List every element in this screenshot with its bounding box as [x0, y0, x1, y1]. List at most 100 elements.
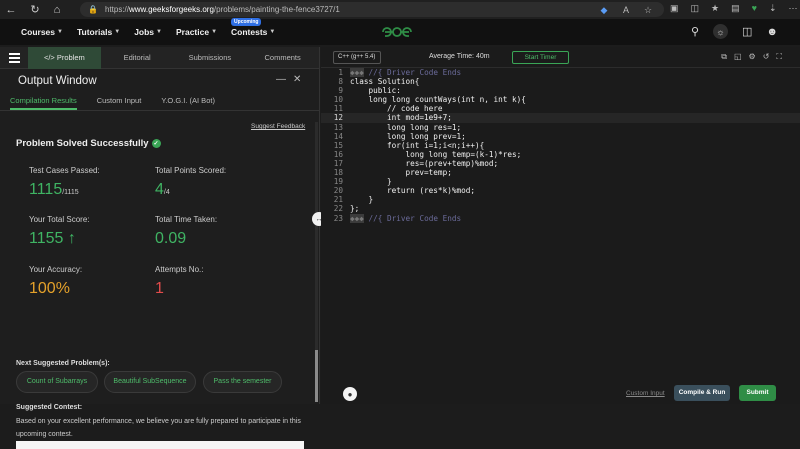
chevron-down-icon: ▼: [156, 29, 162, 35]
nav-practice[interactable]: Practice ▼: [176, 27, 217, 37]
chevron-down-icon: ▼: [114, 29, 121, 35]
code-line: 1 ◆◆◆ //{ Driver Code Ends: [338, 68, 462, 77]
output-panel: </> Problem Editorial Submissions Commen…: [0, 46, 320, 449]
user-icon[interactable]: ☻: [766, 26, 778, 38]
code-line: 23 ◆◆◆ //{ Driver Code Ends: [333, 213, 462, 223]
next-problems-title: Next Suggested Problem(s):: [16, 360, 110, 367]
back-arrow-icon[interactable]: ←: [2, 0, 20, 19]
tag-icon[interactable]: ◆: [598, 5, 610, 16]
arrow-up-icon: ↑: [67, 230, 76, 247]
nav-contests[interactable]: Upcoming Contests ▼: [231, 18, 276, 37]
compile-run-button[interactable]: Compile & Run: [674, 385, 730, 401]
browser-toolbar: ← ↻ ⌂ 🔒 https://www.geeksforgeeks.org/pr…: [0, 0, 800, 19]
nav-tutorials[interactable]: Tutorials ▼: [77, 27, 120, 37]
editor-footer: ● Custom Input Compile & Run Submit: [321, 383, 800, 404]
url-host: www.geeksforgeeks.org: [128, 5, 214, 14]
health-icon[interactable]: ♥: [752, 3, 757, 14]
home-icon[interactable]: ⌂: [48, 0, 66, 19]
read-aloud-icon[interactable]: A: [620, 5, 632, 16]
favorites-icon[interactable]: ★: [711, 3, 719, 14]
scrollbar-thumb[interactable]: [315, 350, 318, 402]
code-line: 8 class Solution{: [338, 77, 420, 87]
tab-yogi-bot[interactable]: Y.O.G.I. (AI Bot): [161, 96, 215, 110]
compilation-results: Suggest Feedback Problem Solved Successf…: [0, 111, 312, 449]
fullscreen-icon[interactable]: ◱: [734, 52, 742, 62]
minimize-icon[interactable]: —: [276, 74, 286, 85]
code-line: 15 for(int i=1;i<n;i++){: [333, 140, 485, 150]
collections-icon[interactable]: ▤: [731, 3, 740, 14]
code-line: 13 long long res=1;: [333, 122, 462, 132]
lock-icon: 🔒: [88, 5, 98, 14]
submit-button[interactable]: Submit: [739, 385, 776, 401]
solved-message: Problem Solved Successfully ✓: [16, 138, 161, 149]
suggested-problem-chip[interactable]: Count of Subarrays: [16, 371, 98, 393]
attempts-stat: Attempts No.: 1: [155, 265, 204, 297]
suggested-problem-chip[interactable]: Beautiful SubSequence: [104, 371, 196, 393]
tab-comments[interactable]: Comments: [246, 47, 319, 69]
lightbulb-icon[interactable]: ●: [343, 387, 357, 401]
total-score-stat: Your Total Score: 1155 ↑: [29, 215, 90, 247]
close-icon[interactable]: ✕: [293, 74, 301, 85]
code-line: 16 long long temp=(k-1)*res;: [333, 149, 522, 159]
contest-card[interactable]: [16, 441, 304, 449]
check-circle-icon: ✓: [151, 139, 161, 148]
nav-courses[interactable]: Courses ▼: [21, 27, 63, 37]
split-screen-icon[interactable]: ◫: [691, 3, 700, 14]
code-line: 10 long long countWays(int n, int k){: [333, 95, 526, 105]
code-line: 21 }: [333, 195, 374, 205]
code-line: 18 prev=temp;: [333, 168, 452, 178]
upcoming-badge: Upcoming: [231, 18, 262, 26]
suggested-problem-chip[interactable]: Pass the semester: [203, 371, 282, 393]
tab-submissions[interactable]: Submissions: [174, 47, 247, 69]
settings-icon[interactable]: ⚙: [749, 52, 756, 62]
url-prefix: https://: [104, 5, 129, 14]
search-icon[interactable]: ⚲: [691, 25, 699, 38]
chevron-down-icon: ▼: [211, 29, 218, 35]
extension-icon[interactable]: ▣: [670, 3, 679, 14]
chevron-down-icon: ▼: [269, 29, 276, 35]
tab-compilation-results[interactable]: Compilation Results: [10, 96, 77, 110]
address-bar[interactable]: 🔒 https://www.geeksforgeeks.org/problems…: [80, 2, 664, 17]
code-editor[interactable]: 1 ◆◆◆ //{ Driver Code Ends 8 class Solutio…: [321, 68, 800, 368]
code-editor-panel: C++ (g++ 5.4) Average Time: 40m Start Ti…: [321, 47, 800, 404]
theme-toggle-icon[interactable]: ☼: [713, 24, 729, 39]
start-timer-button[interactable]: Start Timer: [512, 51, 569, 64]
download-icon[interactable]: ⇣: [769, 3, 777, 14]
chevron-down-icon: ▼: [57, 29, 63, 35]
suggest-feedback-link[interactable]: Suggest Feedback: [251, 123, 305, 130]
expand-icon[interactable]: ⛶: [776, 52, 782, 62]
reader-icon[interactable]: ◫: [742, 25, 752, 38]
code-line: 11 // code here: [333, 104, 443, 114]
problem-tabs: </> Problem Editorial Submissions Commen…: [0, 46, 319, 69]
test-cases-stat: Test Cases Passed: 1115/1115: [29, 166, 100, 198]
code-line-current: 12 int mod=1e9+7;: [321, 113, 800, 123]
points-stat: Total Points Scored: 4/4: [155, 166, 227, 198]
reload-icon[interactable]: ↻: [26, 0, 44, 19]
hamburger-icon[interactable]: [0, 47, 28, 69]
code-line: 20 return (res*k)%mod;: [333, 186, 475, 196]
code-line: 14 long long prev=1;: [333, 131, 466, 141]
copy-icon[interactable]: ⧉: [721, 52, 727, 62]
code-line: 9 public:: [338, 86, 401, 96]
gfg-logo[interactable]: [379, 26, 415, 38]
accuracy-stat: Your Accuracy: 100%: [29, 265, 83, 297]
average-time: Average Time: 40m: [429, 53, 490, 60]
output-window-header: Output Window — ✕: [0, 69, 319, 92]
tab-problem[interactable]: </> Problem: [28, 46, 101, 69]
language-select[interactable]: C++ (g++ 5.4): [333, 51, 381, 64]
code-line: 19 }: [333, 177, 392, 187]
favorite-star-icon[interactable]: ☆: [642, 5, 654, 16]
suggested-contest-text: Based on your excellent performance, we …: [16, 418, 301, 438]
custom-input-link[interactable]: Custom Input: [626, 390, 665, 397]
tab-editorial[interactable]: Editorial: [101, 47, 174, 69]
suggested-contest-title: Suggested Contest:: [16, 404, 83, 411]
code-line: 22};: [333, 204, 360, 214]
url-path: /problems/painting-the-fence3727/1: [213, 5, 340, 14]
editor-toolbar: C++ (g++ 5.4) Average Time: 40m Start Ti…: [321, 47, 800, 68]
output-window-title: Output Window: [18, 74, 97, 87]
reset-icon[interactable]: ↺: [763, 52, 770, 62]
nav-jobs[interactable]: Jobs ▼: [134, 27, 162, 37]
more-icon[interactable]: ⋯: [789, 3, 798, 14]
output-sub-tabs: Compilation Results Custom Input Y.O.G.I…: [0, 92, 319, 111]
tab-custom-input[interactable]: Custom Input: [97, 96, 142, 110]
